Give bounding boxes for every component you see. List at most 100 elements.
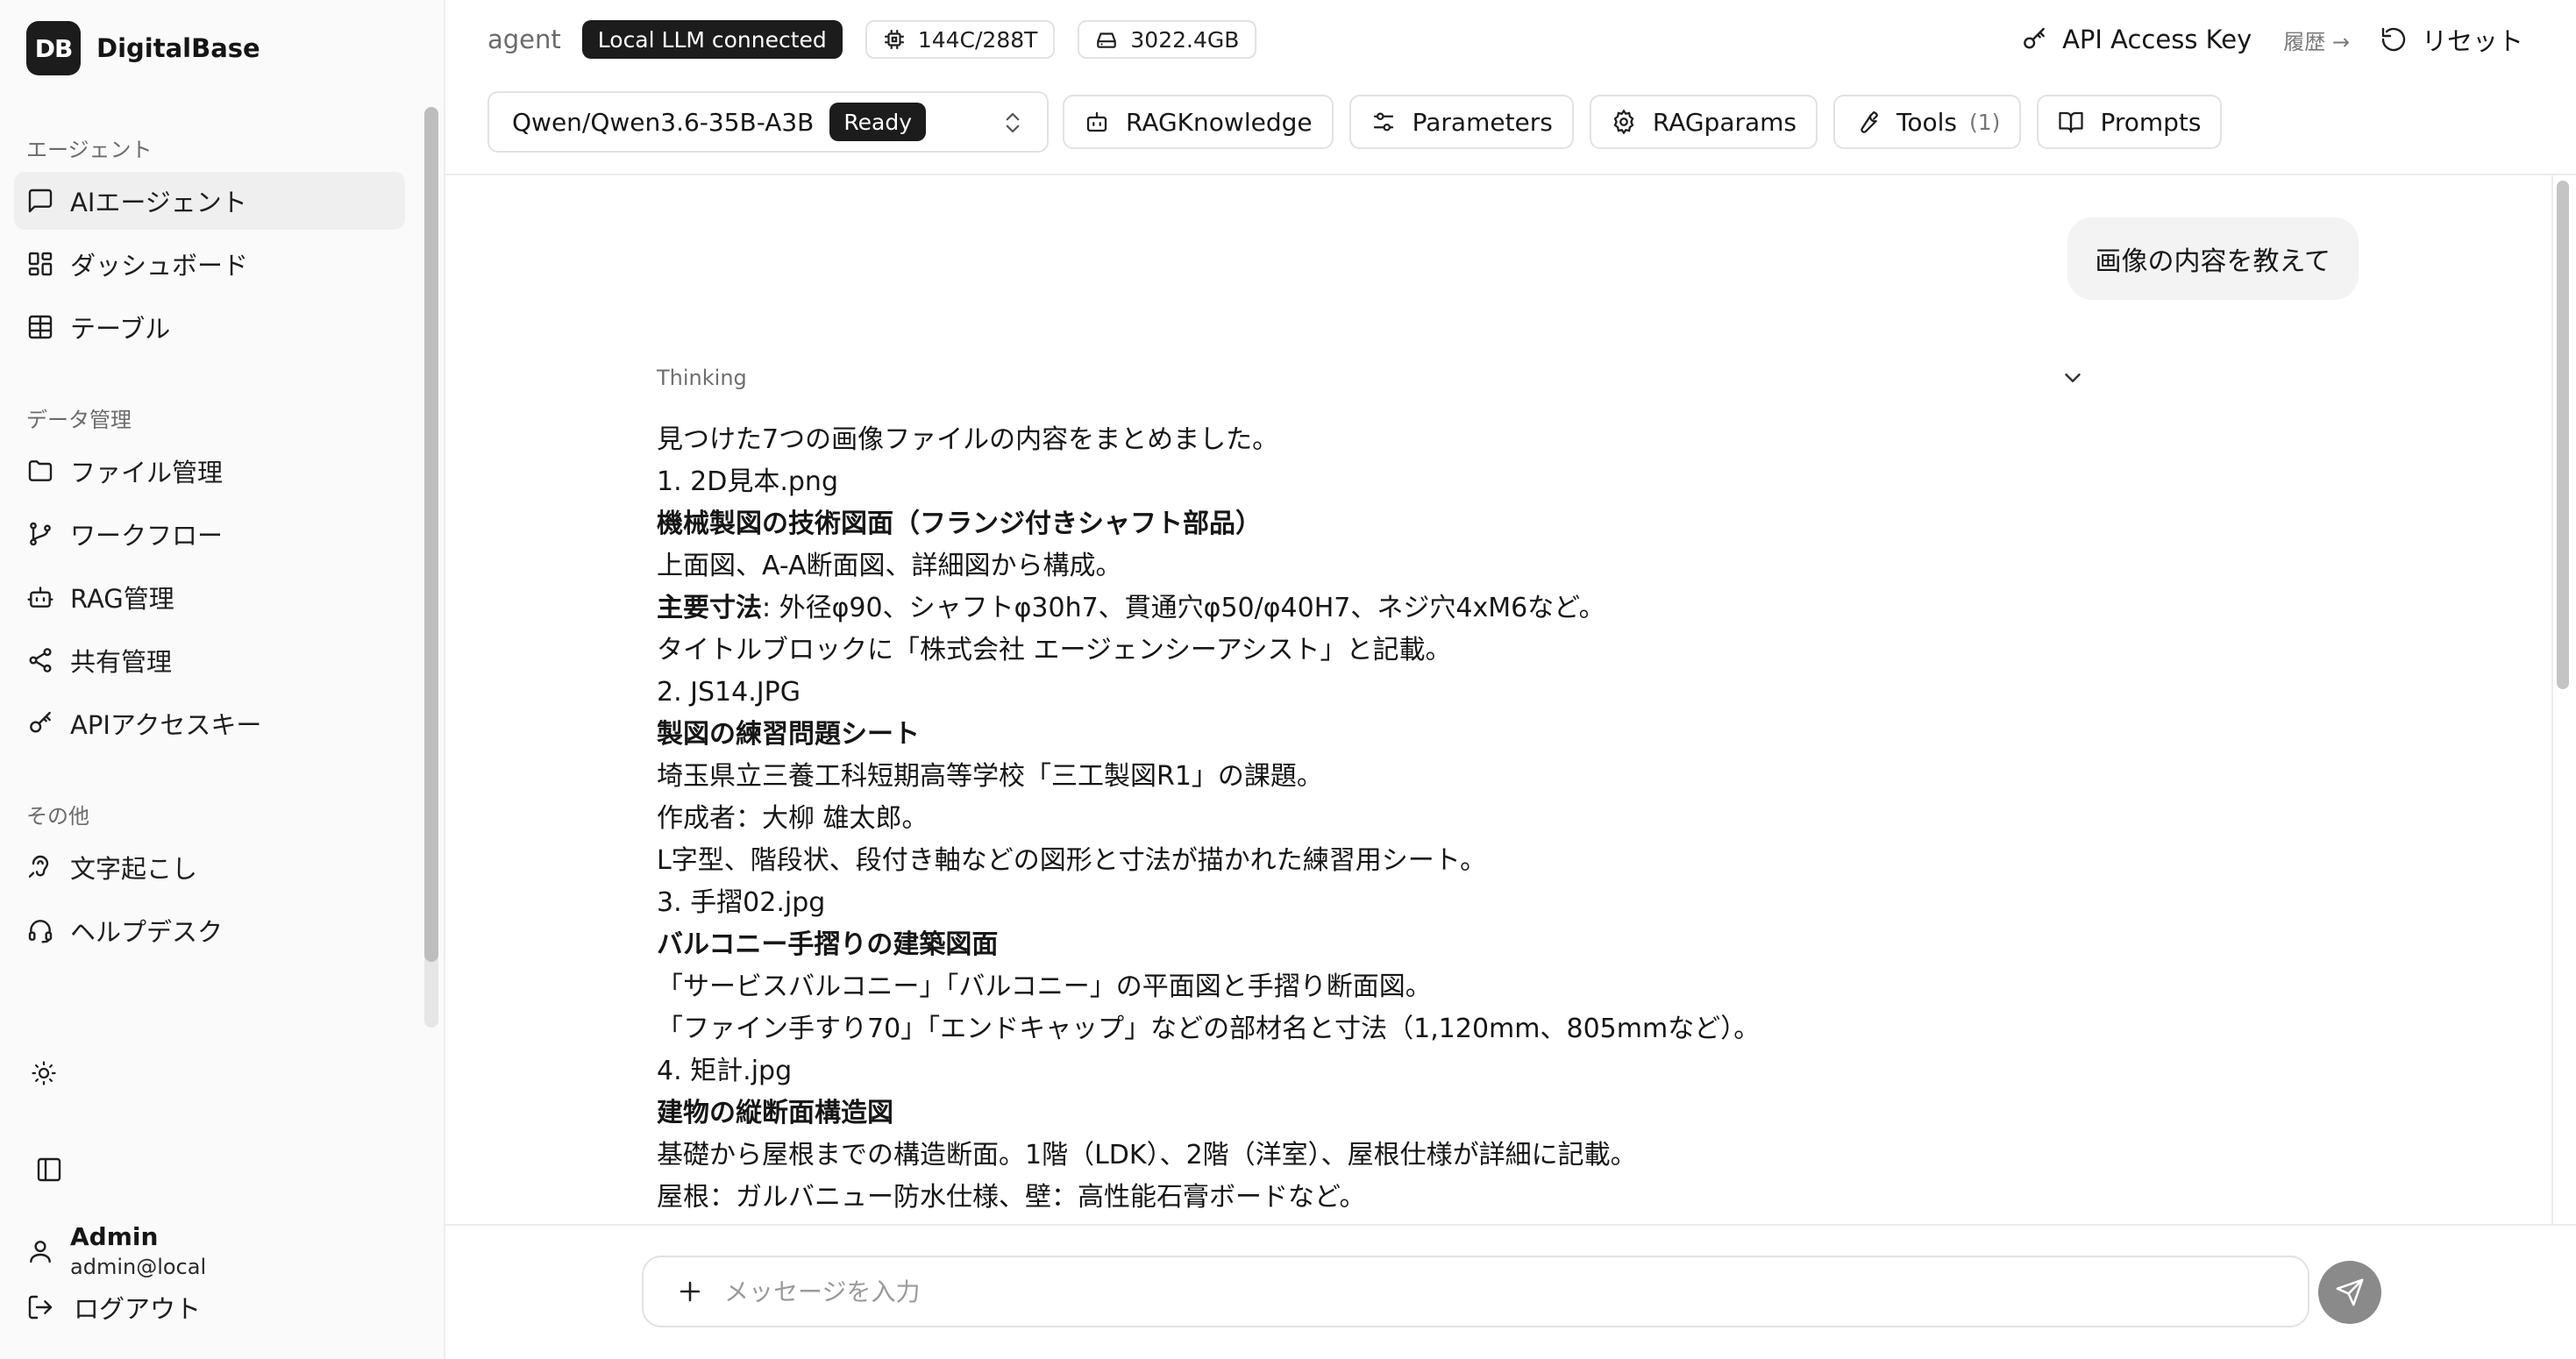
rag-knowledge-label: RAGKnowledge (1126, 107, 1313, 137)
cpu-badge: 144C/288T (865, 20, 1056, 59)
reset-label: リセット (2421, 26, 2523, 56)
api-access-key-button[interactable]: API Access Key (2020, 25, 2252, 54)
sidebar-scrollbar[interactable] (424, 107, 438, 1028)
sidebar-collapse-button[interactable] (32, 1152, 67, 1187)
sidebar-item-table[interactable]: テーブル (14, 298, 405, 356)
bot-icon (1086, 111, 1107, 132)
rag-params-button[interactable]: RAGparams (1589, 95, 1818, 149)
hard-drive-icon (1097, 32, 1117, 48)
theme-toggle-button[interactable] (26, 1056, 61, 1091)
user-profile[interactable]: Admin admin@local (26, 1222, 206, 1279)
settings-icon (1613, 109, 1634, 135)
answer-line: 1. 2D見本.png (657, 466, 838, 497)
folder-icon (28, 460, 53, 481)
sidebar-item-label: テーブル (70, 314, 171, 344)
parameters-label: Parameters (1412, 107, 1553, 137)
answer-line: 屋根：ガルバニュー防水仕様、壁：高性能石膏ボードなど。 (657, 1182, 1366, 1213)
model-select[interactable]: Qwen/Qwen3.6-35B-A3B Ready (487, 91, 1049, 153)
prompts-label: Prompts (2100, 107, 2202, 137)
audio-transcribe-icon (28, 855, 49, 878)
answer-line: 埼玉県立三養工科短期高等学校「三工製図R1」の課題。 (657, 761, 1323, 792)
brand-logo: DB (26, 21, 81, 75)
user-message: 画像の内容を教えて (2067, 217, 2359, 300)
thinking-toggle[interactable]: Thinking (657, 365, 2086, 391)
sidebar-item-helpdesk[interactable]: ヘルプデスク (14, 901, 405, 959)
reset-button[interactable]: リセット (2380, 21, 2523, 58)
sidebar-item-dashboard[interactable]: ダッシュボード (14, 235, 405, 293)
key-icon (30, 711, 51, 733)
panel-left-icon (37, 1157, 61, 1182)
sidebar-item-label: 共有管理 (70, 647, 173, 677)
agent-label: agent (487, 25, 561, 54)
share-icon (29, 648, 52, 672)
answer-heading: 機械製図の技術図面（フランジ付きシャフト部品） (657, 509, 1262, 539)
sidebar-item-label: RAG管理 (70, 584, 174, 614)
sidebar-item-workflow[interactable]: ワークフロー (14, 505, 405, 563)
thinking-label: Thinking (657, 366, 747, 390)
sidebar-item-api-keys[interactable]: APIアクセスキー (14, 694, 405, 752)
model-status-badge: Ready (829, 103, 927, 141)
plus-icon[interactable] (675, 1277, 705, 1306)
sidebar-nav: エージェント AIエージェント ダッシュボード テーブル データ管理 ファイル管… (0, 103, 421, 1033)
message-input-box[interactable] (642, 1256, 2309, 1327)
bot-icon (27, 587, 53, 608)
sidebar-item-sharing[interactable]: 共有管理 (14, 631, 405, 689)
sidebar-item-label: 文字起こし (70, 854, 198, 884)
git-branch-icon (30, 522, 51, 546)
sidebar-section-data: データ管理 (26, 407, 132, 432)
sidebar-item-ai-agent[interactable]: AIエージェント (14, 172, 405, 230)
storage-badge: 3022.4GB (1078, 20, 1257, 59)
answer-heading: 製図の練習問題シート (657, 719, 920, 750)
cpu-icon (884, 30, 904, 49)
answer-bold-prefix: 主要寸法 (657, 593, 762, 623)
answer-line: 基礎から屋根までの構造断面。1階（LDK）、2階（洋室）、屋根仕様が詳細に記載。 (657, 1140, 1637, 1170)
logout-button[interactable]: ログアウト (26, 1289, 201, 1326)
sidebar-item-label: ワークフロー (70, 521, 224, 551)
table-icon (28, 315, 53, 339)
log-out-icon (28, 1295, 53, 1320)
tools-button[interactable]: Tools (1) (1833, 95, 2022, 149)
chevron-down-icon (2065, 374, 2081, 382)
rotate-ccw-icon (2381, 27, 2406, 52)
user-icon (30, 1240, 51, 1263)
history-link[interactable]: 履歴 → (2283, 25, 2350, 55)
wrench-icon (1861, 111, 1879, 133)
sidebar-item-label: APIアクセスキー (70, 710, 262, 740)
send-button[interactable] (2318, 1261, 2381, 1324)
sidebar-item-files[interactable]: ファイル管理 (14, 442, 405, 500)
message-input[interactable] (724, 1277, 2215, 1306)
logout-label: ログアウト (74, 1294, 202, 1324)
sidebar-section-other: その他 (26, 803, 89, 829)
key-icon (2024, 27, 2045, 49)
sidebar-item-label: AIエージェント (70, 188, 247, 217)
sidebar-item-transcription[interactable]: 文字起こし (14, 838, 405, 896)
rag-params-label: RAGparams (1652, 107, 1797, 137)
rag-knowledge-button[interactable]: RAGKnowledge (1063, 95, 1334, 149)
answer-heading: バルコニー手摺りの建築図面 (657, 929, 999, 960)
brand[interactable]: DB DigitalBase (26, 21, 260, 75)
sidebar-item-rag[interactable]: RAG管理 (14, 568, 405, 626)
sidebar-item-label: ヘルプデスク (70, 917, 224, 947)
answer-heading: 建物の縦断面構造図 (657, 1098, 893, 1128)
tools-label: Tools (1896, 107, 1958, 137)
tools-count: (1) (1969, 109, 2001, 135)
answer-line: L字型、階段状、段付き軸などの図形と寸法が描かれた練習用シート。 (657, 845, 1487, 876)
sliders-icon (1373, 112, 1393, 132)
headset-icon (28, 920, 53, 943)
answer-line: 4. 矩計.jpg (657, 1056, 793, 1086)
assistant-message: 見つけた7つの画像ファイルの内容をまとめました。 1. 2D見本.png 機械製… (657, 419, 2147, 1219)
sidebar-item-label: ダッシュボード (70, 251, 249, 281)
answer-line: 「サービスバルコニー」「バルコニー」の平面図と手摺り断面図。 (657, 971, 1432, 1002)
parameters-button[interactable]: Parameters (1348, 95, 1574, 149)
chevrons-up-down-icon (1006, 112, 1020, 133)
chat-area: 画像の内容を教えて Thinking 見つけた7つの画像ファイルの内容をまとめま… (445, 175, 2550, 1224)
sidebar-scrollbar-thumb[interactable] (424, 107, 438, 962)
sun-icon (32, 1061, 56, 1085)
chat-scrollbar-thumb[interactable] (2557, 181, 2569, 689)
answer-line: 主要寸法: 外径φ90、シャフトφ30h7、貫通穴φ50/φ40H7、ネジ穴4x… (657, 587, 2147, 630)
top-bar: agent Local LLM connected 144C/288T 3022… (445, 0, 2576, 175)
chat-scrollbar[interactable] (2553, 181, 2574, 1224)
layout-grid-icon (28, 252, 53, 276)
prompts-button[interactable]: Prompts (2037, 95, 2223, 149)
send-icon (2336, 1278, 2364, 1306)
